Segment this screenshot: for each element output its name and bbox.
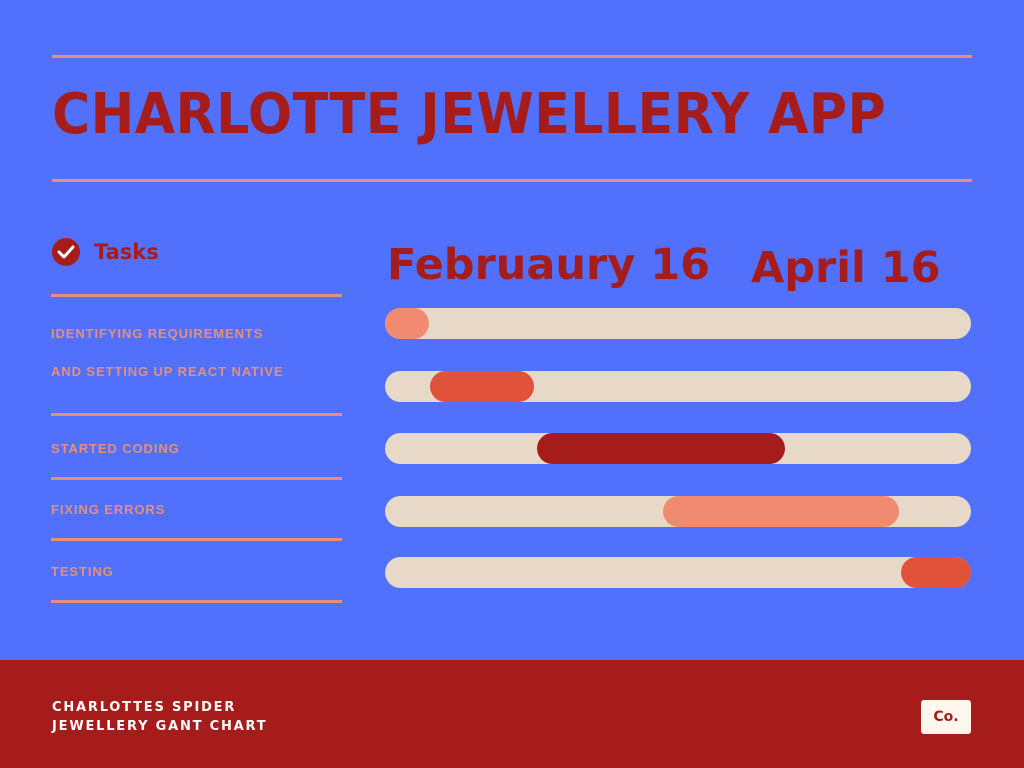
task-label-line: AND SETTING UP REACT NATIVE xyxy=(51,364,284,379)
top-divider xyxy=(52,55,972,58)
date-label-start: Februaury 16 xyxy=(387,240,711,290)
gantt-bar xyxy=(662,496,899,527)
title-divider xyxy=(52,179,972,182)
task-divider xyxy=(51,294,342,297)
task-label-line: IDENTIFYING REQUIREMENTS xyxy=(51,326,264,341)
gantt-track xyxy=(385,496,971,527)
date-label-end: April 16 xyxy=(751,243,941,293)
gantt-track xyxy=(385,371,971,402)
gantt-bar xyxy=(536,433,786,464)
footer-caption: CHARLOTTES SPIDER JEWELLERY GANT CHART xyxy=(52,698,267,736)
gantt-track xyxy=(385,557,971,588)
gantt-track xyxy=(385,308,971,339)
task-divider xyxy=(51,477,342,480)
task-divider xyxy=(51,538,342,541)
task-label: TESTING xyxy=(51,564,114,579)
footer-line: CHARLOTTES SPIDER xyxy=(52,700,237,715)
task-label: FIXING ERRORS xyxy=(51,502,166,517)
footer: CHARLOTTES SPIDER JEWELLERY GANT CHART C… xyxy=(0,660,1024,768)
gantt-bar xyxy=(430,371,534,402)
gantt-bar xyxy=(385,308,429,339)
gantt-bar xyxy=(901,557,971,588)
tasks-label: Tasks xyxy=(94,240,159,264)
check-circle-icon xyxy=(52,238,80,266)
page-title: CHARLOTTE JEWELLERY APP xyxy=(52,82,887,147)
task-divider xyxy=(51,413,342,416)
tasks-header: Tasks xyxy=(52,238,159,266)
task-divider xyxy=(51,600,342,603)
company-badge: Co. xyxy=(921,700,971,734)
footer-line: JEWELLERY GANT CHART xyxy=(52,719,268,734)
task-label: STARTED CODING xyxy=(51,441,180,456)
gantt-track xyxy=(385,433,971,464)
